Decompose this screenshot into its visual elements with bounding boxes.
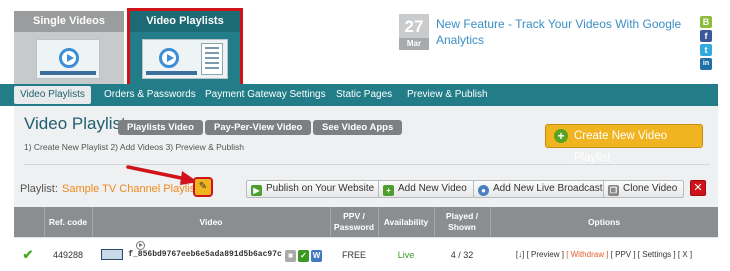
wordpress-icon[interactable]: W <box>311 250 322 262</box>
withdraw-option[interactable]: [ Withdraw ] <box>566 250 608 259</box>
nav-payment-gateway-settings[interactable]: Payment Gateway Settings <box>205 84 326 106</box>
column-played-shown: Played / Shown <box>445 211 479 232</box>
row-options: [↓] [ Preview ] [ Withdraw ] [ PPV ] [ S… <box>490 238 718 271</box>
played-shown-count: 4 / 32 <box>450 249 474 260</box>
column-ref-code: Ref. code <box>48 216 88 227</box>
steps-hint: 1) Create New Playlist 2) Add Videos 3) … <box>24 142 244 152</box>
create-button-label: Create New Video Playlist <box>574 130 668 164</box>
ppv-option[interactable]: [ PPV ] <box>611 250 636 259</box>
column-ppv-password: PPV / Password <box>333 211 375 232</box>
blogger-icon[interactable]: B <box>700 16 712 28</box>
news-month: Mar <box>399 38 429 50</box>
lock-icon[interactable]: ■ <box>285 250 296 262</box>
clone-video-button[interactable]: ❐ Clone Video <box>603 180 685 198</box>
facebook-icon[interactable]: f <box>700 30 712 42</box>
twitter-icon[interactable]: t <box>700 44 712 56</box>
add-new-video-button[interactable]: + Add New Video <box>378 180 474 198</box>
settings-option[interactable]: [ Settings ] <box>638 250 676 259</box>
single-video-thumbnail-icon <box>36 39 100 79</box>
ppv-value: FREE <box>341 249 366 260</box>
playlists-video-button[interactable]: Playlists Video <box>118 120 203 135</box>
ref-code: 449288 <box>52 249 84 260</box>
status-check-icon: ✔ <box>22 246 34 262</box>
availability-status: Live <box>397 249 415 260</box>
delete-option[interactable]: [ X ] <box>678 250 692 259</box>
broadcast-icon: ● <box>478 185 489 196</box>
nav-preview-publish[interactable]: Preview & Publish <box>407 84 488 106</box>
edit-playlist-pencil-icon[interactable]: ✎ <box>193 177 213 197</box>
column-options: Options <box>587 216 621 227</box>
pay-per-view-video-button[interactable]: Pay-Per-View Video <box>205 120 312 135</box>
nav-static-pages[interactable]: Static Pages <box>336 84 392 106</box>
publish-on-website-button[interactable]: ▶ Publish on Your Website <box>246 180 382 198</box>
play-icon <box>159 48 179 68</box>
plus-icon: + <box>554 129 568 143</box>
playlist-thumbnail-icon <box>142 39 228 79</box>
delete-playlist-button[interactable]: ✕ <box>690 180 706 196</box>
video-code: f_856bd9767eeb6e5ada891d5b6ac97c <box>128 250 282 259</box>
move-down-option[interactable]: [↓] <box>516 250 524 259</box>
see-video-apps-button[interactable]: See Video Apps <box>313 120 403 135</box>
publish-icon: ▶ <box>251 185 262 196</box>
playlist-label: Playlist: <box>20 183 58 195</box>
red-arrow-annotation <box>126 165 198 185</box>
playlist-panel: Video Playlists Playlists Video Pay-Per-… <box>14 106 718 270</box>
add-video-icon: + <box>383 185 394 196</box>
list-icon <box>201 43 223 75</box>
tab-single-videos[interactable]: Single Videos <box>14 11 124 84</box>
table-row: ✔ 449288 f_856bd9767eeb6e5ada891d5b6ac97… <box>14 237 718 270</box>
nav-orders-passwords[interactable]: Orders & Passwords <box>104 84 196 106</box>
play-icon <box>59 48 79 68</box>
tab-video-playlists-label: Video Playlists <box>130 11 240 32</box>
column-availability: Availability <box>383 216 429 227</box>
table-header: Ref. code Video PPV / Password Availabil… <box>14 207 718 237</box>
tab-single-videos-label: Single Videos <box>14 11 124 32</box>
checklist-icon[interactable]: ✓ <box>298 250 309 262</box>
nav-video-playlists[interactable]: Video Playlists <box>14 86 91 104</box>
clone-icon: ❐ <box>608 185 619 196</box>
column-video: Video <box>199 216 223 227</box>
top-header: Single Videos Video Playlists 27 Mar New… <box>0 0 730 87</box>
create-new-video-playlist-button[interactable]: + Create New Video Playlist <box>545 124 703 164</box>
news-date-badge: 27 Mar <box>399 14 429 50</box>
main-nav: Video Playlists Orders & Passwords Payme… <box>0 84 718 106</box>
tab-video-playlists[interactable]: Video Playlists <box>127 8 243 87</box>
add-new-live-broadcast-button[interactable]: ● Add New Live Broadcast <box>473 180 610 198</box>
video-thumbnail[interactable] <box>92 238 132 271</box>
news-day: 27 <box>399 14 429 38</box>
news-link[interactable]: New Feature - Track Your Videos With Goo… <box>436 16 686 48</box>
linkedin-icon[interactable]: in <box>700 58 712 70</box>
preview-option[interactable]: [ Preview ] <box>527 250 564 259</box>
